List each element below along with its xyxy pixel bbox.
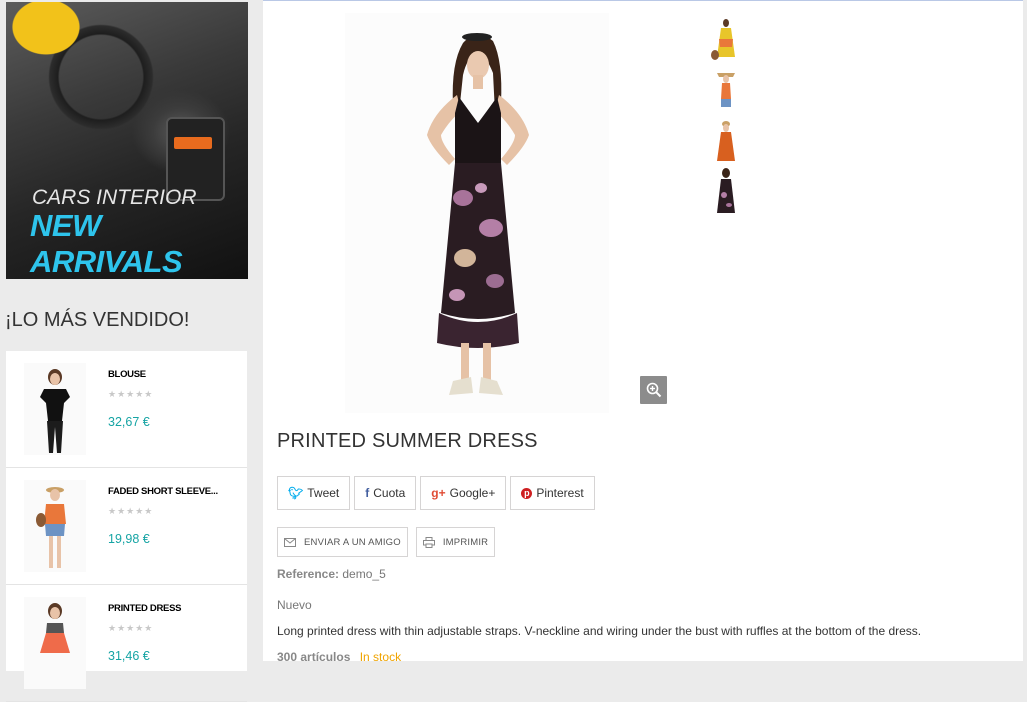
product-thumbnail[interactable] [24, 480, 86, 572]
tweet-label: Tweet [307, 486, 340, 500]
condition: Nuevo [277, 598, 312, 612]
facebook-label: Cuota [373, 486, 406, 500]
banner-line2: NEW ARRIVALS [30, 208, 183, 279]
pinterest-icon: p [521, 487, 533, 499]
tweet-button[interactable]: 🐦︎ Tweet [277, 476, 351, 510]
stock-status: 300 artículos In stock [277, 650, 401, 664]
left-sidebar: CARS INTERIOR NEW ARRIVALS ¡LO MÁS VENDI… [0, 0, 263, 702]
thumbnail-strip [697, 17, 755, 217]
google-plus-icon: g+ [431, 486, 446, 500]
product-name[interactable]: BLOUSE [108, 369, 146, 380]
product-title: PRINTED SUMMER DRESS [277, 430, 538, 452]
page-edge [1023, 0, 1027, 660]
pinterest-label: Pinterest [536, 486, 584, 500]
list-item[interactable]: PRINTED DRESS ★★★★★ 31,46 € [6, 585, 247, 702]
pinterest-button[interactable]: p Pinterest [510, 476, 595, 510]
promo-banner[interactable]: CARS INTERIOR NEW ARRIVALS [6, 2, 248, 279]
product-price: 19,98 € [108, 532, 150, 546]
banner-line1: CARS INTERIOR [32, 186, 197, 209]
google-plus-button[interactable]: g+ Google+ [420, 476, 507, 510]
send-to-friend-label: ENVIAR A UN AMIGO [304, 536, 401, 548]
quantity: 300 artículos [277, 650, 351, 664]
social-share: 🐦︎ Tweet f Cuota g+ Google+ p Pinterest [277, 476, 595, 510]
printer-icon [422, 536, 435, 548]
facebook-share-button[interactable]: f Cuota [354, 476, 417, 510]
product-price: 31,46 € [108, 649, 150, 663]
list-item[interactable]: FADED SHORT SLEEVE... ★★★★★ 19,98 € [6, 468, 247, 585]
envelope-icon [284, 537, 296, 547]
thumbnail-1[interactable] [697, 17, 755, 67]
product-description: Long printed dress with thin adjustable … [277, 624, 922, 638]
list-item[interactable]: BLOUSE ★★★★★ 32,67 € [6, 351, 247, 468]
product-thumbnail[interactable] [24, 597, 86, 689]
banner-radio [174, 137, 212, 149]
rating-stars: ★★★★★ [108, 623, 154, 633]
bestsellers-title: ¡LO MÁS VENDIDO! [5, 309, 190, 331]
product-actions: ENVIAR A UN AMIGO IMPRIMIR [277, 527, 496, 557]
rating-stars: ★★★★★ [108, 506, 154, 516]
bestsellers-list: BLOUSE ★★★★★ 32,67 € FADED SHORT SLEEVE.… [6, 351, 247, 702]
print-label: IMPRIMIR [442, 536, 489, 548]
google-label: Google+ [449, 486, 496, 500]
reference: Reference: demo_5 [277, 567, 386, 581]
reference-value: demo_5 [342, 567, 386, 581]
zoom-button[interactable] [640, 376, 667, 404]
zoom-icon [646, 382, 661, 398]
reference-label: Reference: [277, 567, 340, 581]
product-main-image[interactable] [345, 13, 609, 413]
print-button[interactable]: IMPRIMIR [415, 527, 496, 557]
product-main: PRINTED SUMMER DRESS 🐦︎ Tweet f Cuota g+… [263, 0, 1023, 664]
thumbnail-4[interactable] [697, 167, 755, 217]
product-price: 32,67 € [108, 415, 150, 429]
send-to-friend-button[interactable]: ENVIAR A UN AMIGO [277, 527, 408, 557]
thumbnail-2[interactable] [697, 67, 755, 117]
availability: In stock [359, 650, 402, 664]
product-name[interactable]: PRINTED DRESS [108, 603, 181, 614]
facebook-icon: f [365, 486, 370, 500]
twitter-icon: 🐦︎ [288, 486, 304, 500]
rating-stars: ★★★★★ [108, 389, 154, 399]
product-name[interactable]: FADED SHORT SLEEVE... [108, 486, 218, 497]
product-thumbnail[interactable] [24, 363, 86, 455]
thumbnail-3[interactable] [697, 117, 755, 167]
